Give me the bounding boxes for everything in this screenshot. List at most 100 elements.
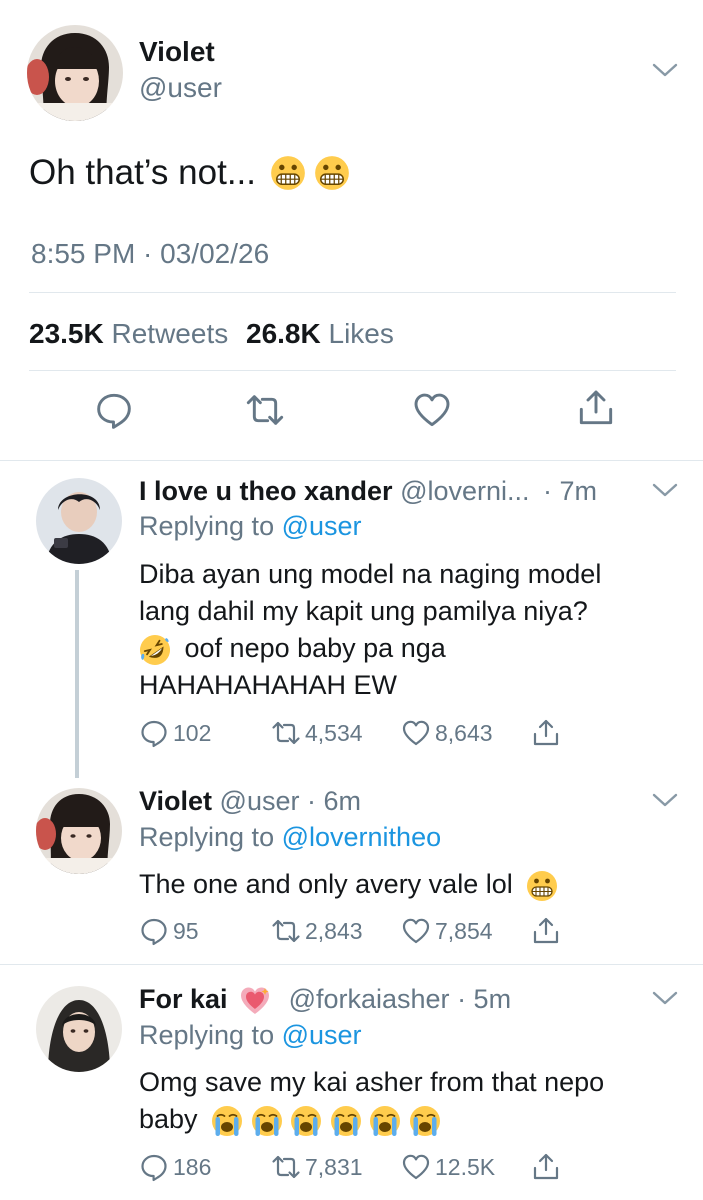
- replying-to-link[interactable]: @user: [282, 1020, 362, 1050]
- loudly-crying-face-emoji: [251, 1105, 283, 1137]
- replying-to-link[interactable]: @lovernitheo: [282, 822, 442, 852]
- reply-icon[interactable]: [94, 390, 134, 430]
- retweets-label[interactable]: Retweets: [112, 318, 229, 349]
- grimacing-face-emoji: [526, 870, 558, 902]
- replying-to: Replying to @user: [139, 511, 362, 542]
- divider: [0, 964, 703, 965]
- reply-text: The one and only avery vale lol: [139, 866, 659, 903]
- chevron-down-icon[interactable]: [652, 990, 678, 1006]
- reply-text-line: Diba ayan ung model na naging model: [139, 559, 602, 589]
- reply-text-line: HAHAHAHAHAH EW: [139, 670, 398, 700]
- retweet-button[interactable]: 2,843: [271, 914, 363, 948]
- like-button[interactable]: 7,854: [401, 914, 493, 948]
- author-handle[interactable]: @user: [139, 72, 222, 104]
- reply-author-handle[interactable]: @loverni...: [400, 476, 529, 506]
- reply-time[interactable]: · 7m: [543, 476, 597, 506]
- tweet-text: Oh that’s not...: [29, 153, 350, 193]
- reply-text-line: oof nepo baby pa nga: [139, 630, 659, 667]
- retweets-count[interactable]: 23.5K: [29, 318, 104, 349]
- reply-icon: [139, 1152, 169, 1182]
- chevron-down-icon[interactable]: [652, 792, 678, 808]
- loudly-crying-face-emoji: [290, 1105, 322, 1137]
- like-button[interactable]: 12.5K: [401, 1150, 495, 1184]
- reply-icon: [139, 916, 169, 946]
- likes-label[interactable]: Likes: [329, 318, 394, 349]
- retweet-count: 4,534: [305, 719, 363, 746]
- reply-author-handle[interactable]: @forkaiasher: [289, 984, 450, 1014]
- reply-actions: 95 2,843 7,854: [139, 914, 579, 948]
- retweet-button[interactable]: 4,534: [271, 716, 363, 750]
- reply-button[interactable]: 102: [139, 716, 211, 750]
- share-icon: [531, 916, 561, 946]
- divider: [0, 460, 703, 461]
- tweet-timestamp[interactable]: 8:55 PM · 03/02/26: [31, 238, 269, 270]
- chevron-down-icon[interactable]: [652, 62, 678, 78]
- replying-to-prefix: Replying to: [139, 1020, 275, 1050]
- reply-header: Violet @user · 6m: [139, 786, 361, 817]
- reply-avatar[interactable]: [36, 986, 122, 1072]
- thread-line: [75, 570, 79, 778]
- reply-author-name[interactable]: I love u theo xander: [139, 476, 393, 506]
- share-icon: [531, 1152, 561, 1182]
- like-icon[interactable]: [412, 390, 452, 430]
- share-icon[interactable]: [576, 388, 616, 428]
- like-icon: [401, 718, 431, 748]
- loudly-crying-face-emoji: [369, 1105, 401, 1137]
- replying-to: Replying to @user: [139, 1020, 362, 1051]
- divider: [29, 292, 676, 293]
- reply-actions: 186 7,831 12.5K: [139, 1150, 579, 1184]
- reply-header: I love u theo xander @loverni... · 7m: [139, 476, 597, 507]
- like-count: 12.5K: [435, 1153, 496, 1180]
- retweet-count: 7,831: [305, 1153, 363, 1180]
- share-icon: [531, 718, 561, 748]
- reply-icon: [139, 718, 169, 748]
- chevron-down-icon[interactable]: [652, 482, 678, 498]
- replying-to: Replying to @lovernitheo: [139, 822, 441, 853]
- reply-avatar[interactable]: [36, 478, 122, 564]
- reply-author-name[interactable]: Violet: [139, 786, 212, 816]
- reply-avatar[interactable]: [36, 788, 122, 874]
- likes-count[interactable]: 26.8K: [246, 318, 321, 349]
- retweet-button[interactable]: 7,831: [271, 1150, 363, 1184]
- like-count: 8,643: [435, 719, 493, 746]
- retweet-icon: [271, 1152, 301, 1182]
- loudly-crying-face-emoji: [409, 1105, 441, 1137]
- reply-count: 95: [173, 917, 199, 944]
- reply-count: 102: [173, 719, 212, 746]
- share-button[interactable]: [531, 914, 565, 948]
- rolling-on-floor-laughing-emoji: [139, 634, 171, 666]
- like-button[interactable]: 8,643: [401, 716, 493, 750]
- reply-author-name[interactable]: For kai: [139, 984, 228, 1014]
- reply-text-fragment: baby: [139, 1104, 198, 1134]
- grimacing-face-emoji: [314, 155, 350, 191]
- retweet-count: 2,843: [305, 917, 363, 944]
- share-button[interactable]: [531, 1150, 565, 1184]
- author-avatar[interactable]: [27, 25, 123, 121]
- reply-text-fragment: The one and only avery vale lol: [139, 869, 513, 899]
- reply-button[interactable]: 95: [139, 914, 199, 948]
- reply-text-line: baby: [139, 1101, 659, 1138]
- replying-to-prefix: Replying to: [139, 822, 275, 852]
- reply-time[interactable]: · 5m: [457, 984, 511, 1014]
- tweet-text-content: Oh that’s not...: [29, 153, 256, 192]
- reply-text-line: Omg save my kai asher from that nepo: [139, 1067, 605, 1097]
- loudly-crying-face-emoji: [330, 1105, 362, 1137]
- like-count: 7,854: [435, 917, 493, 944]
- reply-text-fragment: oof nepo baby pa nga: [184, 633, 446, 663]
- retweet-icon[interactable]: [245, 390, 285, 430]
- share-button[interactable]: [531, 716, 565, 750]
- reply-button[interactable]: 186: [139, 1150, 211, 1184]
- divider: [29, 370, 676, 371]
- reply-text: Omg save my kai asher from that nepo bab…: [139, 1064, 659, 1138]
- replying-to-prefix: Replying to: [139, 511, 275, 541]
- like-icon: [401, 916, 431, 946]
- reply-time[interactable]: · 6m: [307, 786, 361, 816]
- replying-to-link[interactable]: @user: [282, 511, 362, 541]
- author-name[interactable]: Violet: [139, 36, 215, 68]
- loudly-crying-face-emoji: [211, 1105, 243, 1137]
- reply-header: For kai @forkaiasher · 5m: [139, 984, 511, 1017]
- reply-actions: 102 4,534 8,643: [139, 716, 579, 750]
- reply-author-handle[interactable]: @user: [220, 786, 300, 816]
- reply-text: Diba ayan ung model na naging model lang…: [139, 556, 659, 704]
- reply-count: 186: [173, 1153, 212, 1180]
